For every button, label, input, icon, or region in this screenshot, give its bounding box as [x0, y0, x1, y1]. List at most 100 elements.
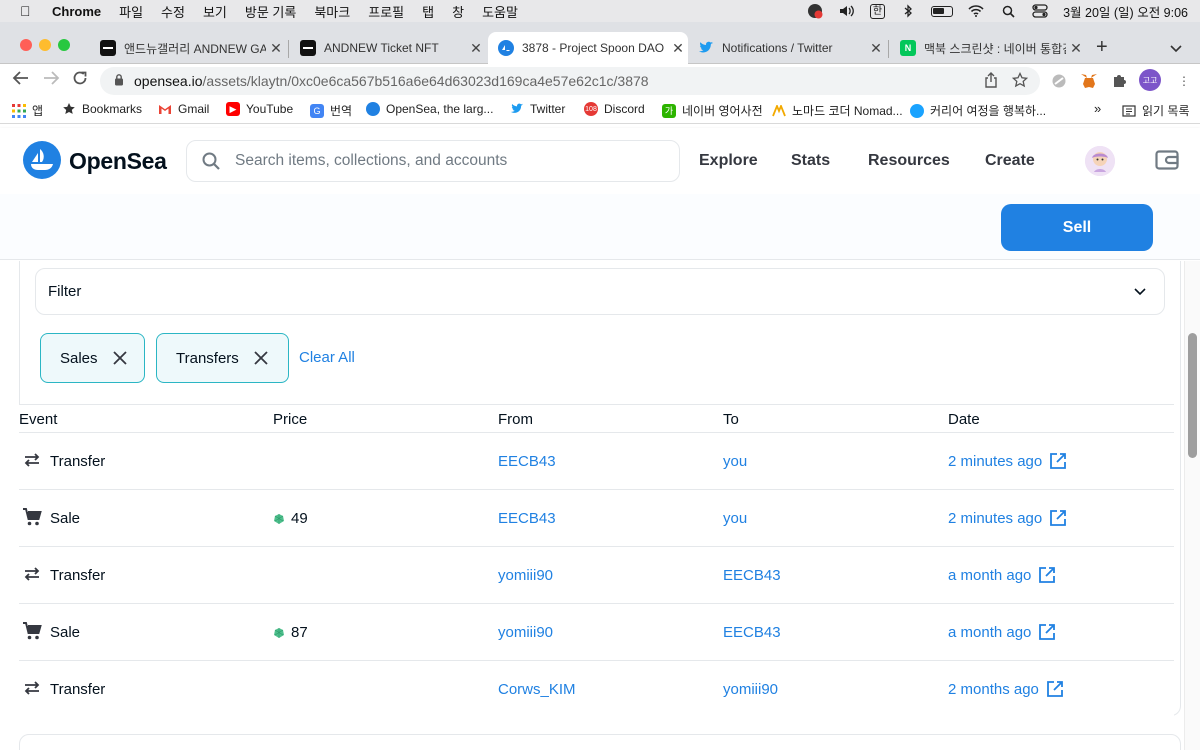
menubar-item[interactable]: 창	[452, 2, 464, 21]
from-account-link[interactable]: Corws_KIM	[498, 681, 576, 698]
scrollbar-thumb[interactable]	[1188, 333, 1197, 458]
nav-stats[interactable]: Stats	[791, 152, 830, 170]
to-account-link[interactable]: you	[723, 453, 747, 470]
external-link-icon[interactable]	[1048, 451, 1068, 471]
search-input[interactable]	[235, 152, 655, 170]
metamask-fox-icon[interactable]	[1080, 72, 1098, 90]
from-account-link[interactable]: yomiii90	[498, 567, 553, 584]
event-date-link[interactable]: a month ago	[948, 622, 1057, 642]
menubar-item[interactable]: 도움말	[482, 2, 518, 21]
bookmark-nomad[interactable]: 노마드 코더 Nomad...	[772, 102, 903, 119]
extensions-puzzle-icon[interactable]	[1110, 72, 1128, 90]
browser-tab[interactable]: Notifications / Twitter ✕	[688, 32, 886, 64]
opensea-logo-icon[interactable]	[23, 141, 61, 179]
bookmark-youtube[interactable]: ▶ YouTube	[226, 102, 293, 116]
bluetooth-icon[interactable]	[899, 3, 917, 19]
wifi-icon[interactable]	[967, 3, 985, 19]
close-icon[interactable]	[253, 350, 269, 366]
bookmark-folder[interactable]: Bookmarks	[62, 102, 142, 116]
close-window-button[interactable]	[20, 39, 32, 51]
from-account-link[interactable]: EECB43	[498, 510, 556, 527]
external-link-icon[interactable]	[1048, 508, 1068, 528]
account-avatar[interactable]	[1085, 146, 1115, 176]
browser-tab[interactable]: ANDNEW Ticket NFT ✕	[290, 32, 486, 64]
tab-close-icon[interactable]: ✕	[668, 40, 688, 57]
tab-close-icon[interactable]: ✕	[266, 40, 286, 57]
fullscreen-window-button[interactable]	[58, 39, 70, 51]
tab-close-icon[interactable]: ✕	[1066, 40, 1086, 57]
to-account-link[interactable]: EECB43	[723, 567, 781, 584]
menubar-item[interactable]: 프로필	[368, 2, 404, 21]
menubar-item[interactable]: 보기	[203, 2, 227, 21]
bookmark-translate[interactable]: G 번역	[310, 102, 352, 119]
more-bookmarks-chevron-icon[interactable]: »	[1094, 101, 1101, 116]
external-link-icon[interactable]	[1045, 679, 1065, 699]
sell-button[interactable]: Sell	[1001, 204, 1153, 251]
event-date-link[interactable]: a month ago	[948, 565, 1057, 585]
bookmark-naver-dict[interactable]: 가 네이버 영어사전	[662, 102, 763, 119]
brand-name[interactable]: OpenSea	[69, 148, 167, 175]
wallet-icon[interactable]	[1155, 149, 1179, 171]
external-link-icon[interactable]	[1037, 622, 1057, 642]
new-tab-plus-icon[interactable]: +	[1096, 36, 1108, 59]
tab-close-icon[interactable]: ✕	[466, 40, 486, 57]
forward-arrow-icon[interactable]	[42, 70, 60, 91]
menubar-item[interactable]: 탭	[422, 2, 434, 21]
nav-resources[interactable]: Resources	[868, 152, 950, 170]
battery-icon[interactable]	[931, 5, 954, 17]
event-date-link[interactable]: 2 months ago	[948, 679, 1065, 699]
minimize-window-button[interactable]	[39, 39, 51, 51]
lock-icon[interactable]	[114, 73, 128, 89]
bookmark-career[interactable]: 커리어 여정을 행복하...	[910, 102, 1046, 119]
volume-icon[interactable]	[838, 3, 856, 19]
filter-chip-transfers[interactable]: Transfers	[156, 333, 289, 383]
input-source-indicator[interactable]: 한	[869, 3, 886, 19]
filter-chip-sales[interactable]: Sales	[40, 333, 145, 383]
bookmark-opensea[interactable]: OpenSea, the larg...	[366, 102, 493, 116]
search-box[interactable]	[186, 140, 680, 182]
control-center-icon[interactable]	[1031, 3, 1049, 19]
to-account-link[interactable]: you	[723, 510, 747, 527]
share-icon[interactable]	[984, 72, 998, 91]
menubar-item[interactable]: 파일	[119, 2, 143, 21]
browser-tab[interactable]: 앤드뉴갤러리 ANDNEW GALLERY ✕	[90, 32, 286, 64]
menubar-item[interactable]: 방문 기록	[245, 2, 296, 21]
bookmark-discord[interactable]: 108 Discord	[584, 102, 645, 116]
close-icon[interactable]	[112, 350, 128, 366]
nav-create[interactable]: Create	[985, 152, 1035, 170]
to-account-link[interactable]: yomiii90	[723, 681, 778, 698]
to-account-link[interactable]: EECB43	[723, 624, 781, 641]
bookmark-gmail[interactable]: Gmail	[158, 102, 209, 116]
tab-search-chevron-icon[interactable]	[1170, 40, 1182, 56]
external-link-icon[interactable]	[1037, 565, 1057, 585]
bookmark-twitter[interactable]: Twitter	[510, 102, 565, 116]
event-date-link[interactable]: 2 minutes ago	[948, 508, 1068, 528]
nav-explore[interactable]: Explore	[699, 152, 758, 170]
chrome-menu-kebab-icon[interactable]: ⋮	[1175, 72, 1193, 90]
address-bar[interactable]: opensea.io/assets/klaytn/0xc0e6ca567b516…	[100, 67, 1040, 95]
menubar-app-name[interactable]: Chrome	[52, 4, 101, 19]
tab-close-icon[interactable]: ✕	[866, 40, 886, 57]
chrome-status-icon[interactable]	[806, 3, 824, 19]
spotlight-search-icon[interactable]	[999, 3, 1017, 19]
bookmark-apps[interactable]: 앱	[12, 102, 43, 119]
menubar-item[interactable]: 수정	[161, 2, 185, 21]
page-scrollbar[interactable]	[1184, 261, 1200, 750]
item-activity-section: Filter Sales Transfers Clear All Event P…	[0, 261, 1184, 750]
extension-ring-icon[interactable]	[1050, 72, 1068, 90]
from-account-link[interactable]: EECB43	[498, 453, 556, 470]
apple-icon[interactable]: 	[20, 3, 40, 19]
event-date-link[interactable]: 2 minutes ago	[948, 451, 1068, 471]
clear-all-link[interactable]: Clear All	[299, 349, 355, 366]
browser-tab[interactable]: N 맥북 스크린샷 : 네이버 통합검색 ✕	[890, 32, 1086, 64]
menubar-item[interactable]: 북마크	[314, 2, 350, 21]
menubar-clock[interactable]: 3월 20일 (일) 오전 9:06	[1063, 2, 1188, 21]
bookmark-star-icon[interactable]	[1011, 71, 1029, 91]
browser-tab-active[interactable]: 3878 - Project Spoon DAO ✕	[488, 32, 688, 64]
chrome-profile-avatar[interactable]: 고고	[1139, 69, 1161, 91]
reading-list[interactable]: 읽기 목록	[1122, 102, 1190, 119]
event-filter-dropdown[interactable]: Filter	[35, 268, 1165, 315]
reload-icon[interactable]	[72, 70, 88, 91]
back-arrow-icon[interactable]	[12, 70, 30, 91]
from-account-link[interactable]: yomiii90	[498, 624, 553, 641]
